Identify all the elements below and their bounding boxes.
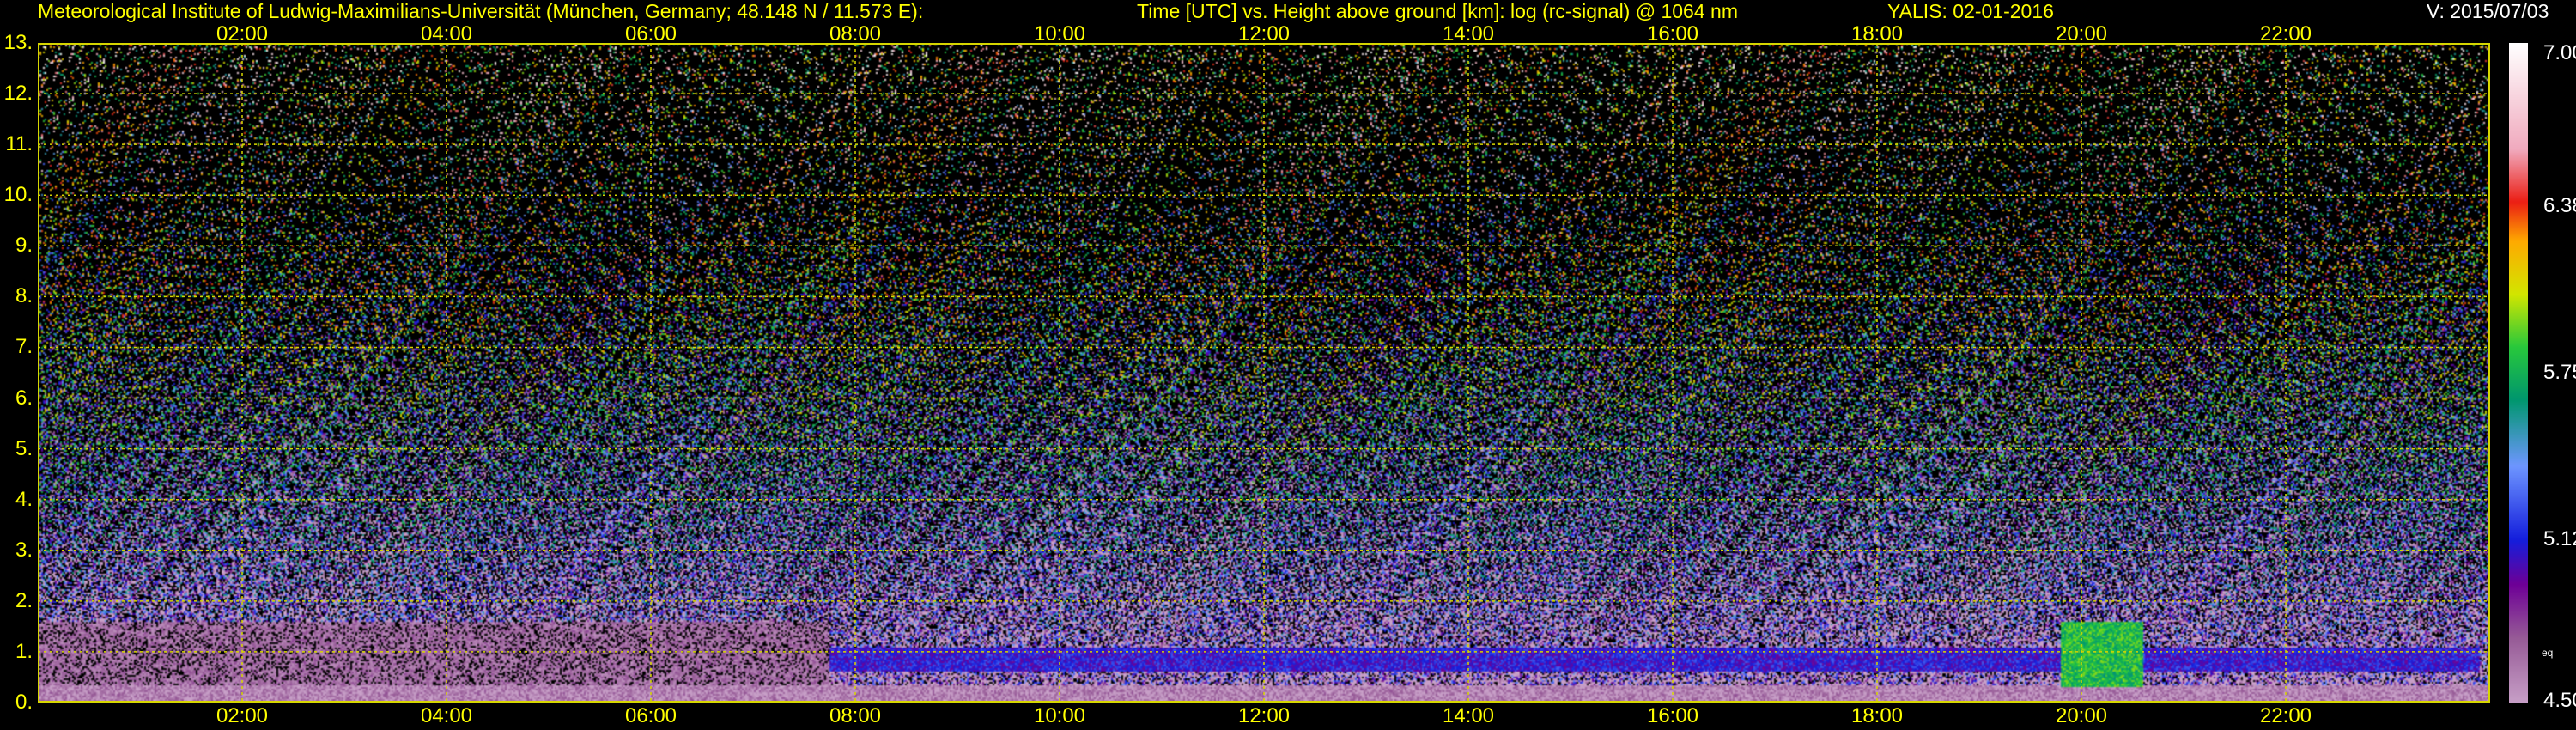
y-tick-label: 11. bbox=[5, 132, 33, 156]
x-tick-label-bottom: 12:00 bbox=[1237, 704, 1291, 727]
station-date: YALIS: 02-01-2016 bbox=[1887, 0, 2054, 22]
y-tick-label: 13. bbox=[3, 31, 33, 54]
colorbar-tick-label: 4.50 bbox=[2543, 689, 2576, 712]
institute-label: Meteorological Institute of Ludwig-Maxim… bbox=[38, 0, 924, 22]
x-tick-label-top: 08:00 bbox=[829, 22, 882, 46]
y-tick-label: 2. bbox=[15, 588, 33, 612]
x-tick-label-top: 10:00 bbox=[1033, 22, 1086, 46]
x-tick-label-top: 12:00 bbox=[1237, 22, 1291, 46]
x-tick-label-top: 02:00 bbox=[216, 22, 269, 46]
y-tick-label: 6. bbox=[15, 386, 33, 410]
x-tick-label-bottom: 10:00 bbox=[1033, 704, 1086, 727]
colorbar bbox=[2509, 43, 2528, 703]
x-tick-label-top: 04:00 bbox=[420, 22, 473, 46]
y-tick-label: 9. bbox=[15, 234, 33, 258]
x-tick-label-bottom: 08:00 bbox=[829, 704, 882, 727]
version-label: V: 2015/07/03 bbox=[2427, 0, 2549, 22]
plot-overlay bbox=[38, 43, 2490, 703]
y-tick-label: 8. bbox=[15, 284, 33, 308]
y-tick-label: 0. bbox=[15, 690, 33, 714]
x-tick-label-bottom: 14:00 bbox=[1442, 704, 1495, 727]
colorbar-tick-label: 6.38 bbox=[2543, 194, 2576, 218]
x-tick-label-bottom: 04:00 bbox=[420, 704, 473, 727]
colorbar-tick-label: 5.75 bbox=[2543, 361, 2576, 384]
colorbar-mark: eq bbox=[2542, 647, 2554, 659]
y-tick-label: 1. bbox=[15, 639, 33, 663]
colorbar-tick-label: 5.12 bbox=[2543, 526, 2576, 551]
x-tick-label-bottom: 22:00 bbox=[2259, 704, 2312, 727]
y-tick-label: 5. bbox=[15, 436, 33, 460]
x-tick-label-top: 20:00 bbox=[2055, 22, 2108, 46]
x-tick-label-top: 22:00 bbox=[2259, 22, 2312, 46]
x-tick-label-bottom: 16:00 bbox=[1646, 704, 1699, 727]
x-tick-label-bottom: 20:00 bbox=[2055, 704, 2108, 727]
y-tick-label: 10. bbox=[3, 183, 33, 207]
x-tick-label-top: 14:00 bbox=[1442, 22, 1495, 46]
x-tick-label-bottom: 06:00 bbox=[624, 704, 677, 727]
plot-description: Time [UTC] vs. Height above ground [km]:… bbox=[1137, 0, 1738, 22]
y-tick-label: 3. bbox=[15, 538, 33, 562]
y-tick-label: 7. bbox=[15, 335, 33, 359]
x-tick-label-top: 16:00 bbox=[1646, 22, 1699, 46]
x-tick-label-top: 18:00 bbox=[1850, 22, 1904, 46]
x-tick-label-top: 06:00 bbox=[624, 22, 677, 46]
x-tick-label-bottom: 18:00 bbox=[1850, 704, 1904, 727]
x-tick-label-bottom: 02:00 bbox=[216, 704, 269, 727]
colorbar-tick-label: 7.00 bbox=[2543, 41, 2576, 64]
y-tick-label: 12. bbox=[3, 82, 33, 106]
y-tick-label: 4. bbox=[15, 487, 33, 511]
